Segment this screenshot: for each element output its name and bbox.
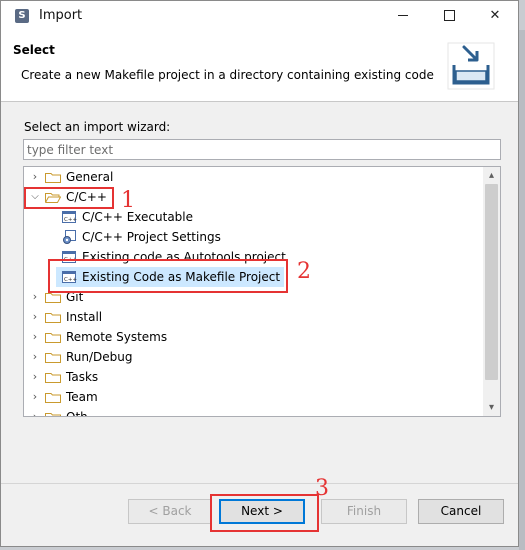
wizard-content: Select an import wizard: › General ⌵ C/C… (1, 102, 518, 546)
annotation-box-2 (48, 259, 288, 293)
tree-item-label: Run/Debug (66, 350, 133, 364)
tree-item-tasks[interactable]: › Tasks (24, 367, 484, 387)
tree-item-label: C/C++ Project Settings (82, 230, 221, 244)
tree-item-label: Remote Systems (66, 330, 168, 344)
folder-icon (45, 292, 61, 303)
background-window-edge (519, 30, 525, 550)
annotation-number-1: 1 (121, 188, 135, 213)
tree-item-install[interactable]: › Install (24, 307, 484, 327)
folder-icon (45, 412, 61, 416)
scroll-up-icon[interactable]: ▴ (483, 167, 500, 184)
tree-item-label: General (66, 170, 114, 184)
finish-button[interactable]: Finish (321, 499, 407, 524)
chevron-right-icon[interactable]: › (28, 367, 42, 387)
chevron-right-icon[interactable]: › (28, 407, 42, 416)
tree-item-run-debug[interactable]: › Run/Debug (24, 347, 484, 367)
tree-item-cpp-project-settings[interactable]: C/C++ Project Settings (24, 227, 484, 247)
import-tray-icon (446, 41, 496, 91)
close-button[interactable]: ✕ (472, 1, 518, 31)
maximize-icon (443, 10, 455, 21)
annotation-number-3: 3 (315, 476, 329, 501)
filter-input[interactable] (23, 139, 501, 160)
cpp-file-icon: C++ (61, 209, 77, 225)
cpp-settings-icon (61, 229, 77, 245)
tree-item-cpp-executable[interactable]: C++ C/C++ Executable (24, 207, 484, 227)
chevron-right-icon[interactable]: › (28, 327, 42, 347)
eclipse-icon: S (15, 9, 29, 23)
header-description: Create a new Makefile project in a direc… (21, 68, 434, 82)
tree-item-general[interactable]: › General (24, 167, 484, 187)
chevron-right-icon[interactable]: › (28, 307, 42, 327)
folder-icon (45, 172, 61, 183)
annotation-number-2: 2 (297, 259, 311, 284)
close-icon: ✕ (489, 8, 501, 23)
chevron-right-icon[interactable]: › (28, 347, 42, 367)
tree-item-label: C/C++ Executable (82, 210, 194, 224)
tree-item-remote-systems[interactable]: › Remote Systems (24, 327, 484, 347)
minimize-button[interactable] (380, 1, 426, 31)
maximize-button[interactable] (426, 1, 472, 31)
folder-icon (45, 332, 61, 343)
title-bar: S Import ✕ (1, 1, 518, 31)
chevron-right-icon[interactable]: › (28, 167, 42, 187)
tree-item-label: Tasks (66, 370, 99, 384)
cancel-button[interactable]: Cancel (418, 499, 504, 524)
minimize-icon (398, 15, 408, 16)
tree-item-label: Team (66, 390, 98, 404)
chevron-right-icon[interactable]: › (28, 387, 42, 407)
scroll-down-icon[interactable]: ▾ (483, 399, 500, 416)
folder-icon (45, 392, 61, 403)
scroll-thumb[interactable] (485, 184, 498, 380)
chevron-right-icon[interactable]: › (28, 287, 42, 307)
header-title: Select (13, 43, 55, 57)
tree-item-label: Install (66, 310, 103, 324)
folder-icon (45, 312, 61, 323)
folder-icon (45, 352, 61, 363)
svg-text:C++: C++ (64, 217, 77, 223)
select-wizard-label: Select an import wizard: (24, 120, 171, 134)
window-title: Import (39, 8, 83, 23)
annotation-box-3 (210, 494, 319, 532)
wizard-header: Select Create a new Makefile project in … (1, 31, 518, 102)
tree-item-label: Oth (66, 410, 88, 417)
annotation-box-1 (24, 187, 114, 209)
tree-scrollbar[interactable]: ▴ ▾ (483, 167, 500, 416)
tree-item-other[interactable]: › Oth (24, 407, 484, 417)
back-button[interactable]: < Back (128, 499, 212, 524)
tree-item-team[interactable]: › Team (24, 387, 484, 407)
folder-icon (45, 372, 61, 383)
